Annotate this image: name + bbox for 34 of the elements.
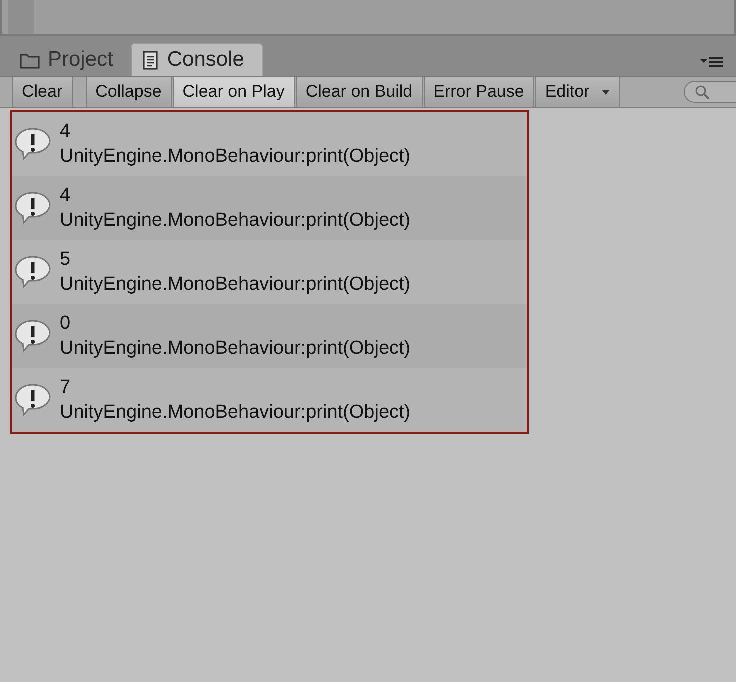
- dropdown-button[interactable]: Editor: [535, 77, 620, 107]
- toggle-button[interactable]: Clear on Play: [172, 77, 295, 107]
- document-icon: [142, 50, 160, 70]
- log-entry[interactable]: 4 UnityEngine.MonoBehaviour:print(Object): [12, 176, 527, 240]
- log-source: UnityEngine.MonoBehaviour:print(Object): [60, 145, 411, 169]
- toggle-button[interactable]: Collapse: [86, 77, 172, 107]
- log-source: UnityEngine.MonoBehaviour:print(Object): [60, 273, 411, 297]
- log-entry[interactable]: 7 UnityEngine.MonoBehaviour:print(Object): [12, 368, 527, 432]
- log-message: 0: [60, 312, 72, 336]
- tab[interactable]: Console: [131, 43, 264, 76]
- warning-bubble-icon: [14, 190, 52, 226]
- log-entry[interactable]: 0 UnityEngine.MonoBehaviour:print(Object): [12, 304, 527, 368]
- caret-icon: [602, 90, 610, 94]
- search-icon: [695, 84, 710, 100]
- log-message: 7: [60, 376, 72, 400]
- warning-bubble-icon: [14, 382, 52, 418]
- log-source: UnityEngine.MonoBehaviour:print(Object): [60, 337, 411, 361]
- log-message: 5: [60, 248, 72, 272]
- toggle-button[interactable]: Clear on Build: [296, 77, 423, 107]
- warning-bubble-icon: [14, 126, 52, 162]
- log-entry[interactable]: 4 UnityEngine.MonoBehaviour:print(Object): [12, 112, 527, 176]
- log-source: UnityEngine.MonoBehaviour:print(Object): [60, 209, 411, 233]
- warning-bubble-icon: [14, 318, 52, 354]
- log-source: UnityEngine.MonoBehaviour:print(Object): [60, 401, 411, 425]
- warning-bubble-icon: [14, 254, 52, 290]
- log-message: 4: [60, 120, 72, 144]
- scrollbar-track: [8, 0, 34, 34]
- log-message: 4: [60, 184, 72, 208]
- tab[interactable]: Project: [10, 43, 132, 76]
- log-entry[interactable]: 5 UnityEngine.MonoBehaviour:print(Object): [12, 240, 527, 304]
- panel-menu-icon: [700, 54, 724, 68]
- search-field[interactable]: [684, 81, 736, 103]
- toolbar-button[interactable]: Clear: [12, 77, 73, 107]
- toggle-button[interactable]: Error Pause: [424, 77, 534, 107]
